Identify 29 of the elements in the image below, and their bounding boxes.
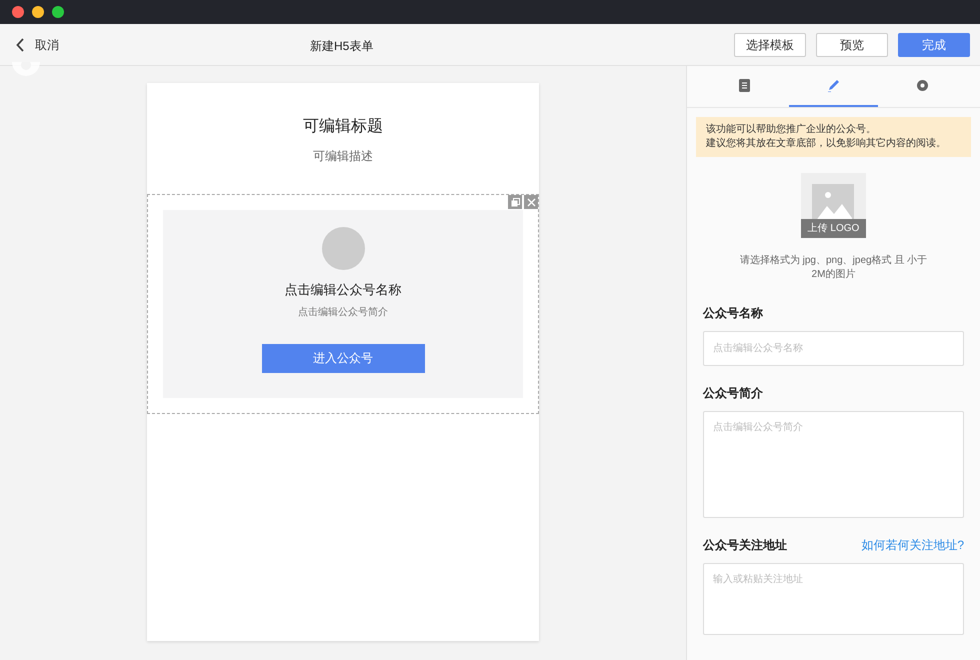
cancel-button[interactable]: 取消 xyxy=(16,36,59,54)
text-field[interactable]: 点击编辑公众号名称 xyxy=(703,331,964,366)
close-button[interactable] xyxy=(524,195,538,209)
logo-upload-button[interactable]: 上传 LOGO xyxy=(801,173,866,238)
close-window-button[interactable] xyxy=(12,6,24,18)
selected-block-outline[interactable]: 点击编辑公众号名称 点击编辑公众号简介 进入公众号 xyxy=(147,194,539,414)
field-label: 公众号关注地址 xyxy=(703,537,787,554)
field-label: 公众号简介 xyxy=(703,385,763,402)
page-title: 新建H5表单 xyxy=(310,38,374,55)
toolbar-button[interactable]: 选择模板 xyxy=(734,32,806,56)
minimize-window-button[interactable] xyxy=(32,6,44,18)
notice-banner: 该功能可以帮助您推广企业的公众号。 建议您将其放在文章底部，以免影响其它内容的阅读。 xyxy=(696,117,971,157)
field-label: 公众号名称 xyxy=(703,305,763,322)
upload-hint: 请选择格式为 jpg、png、jpeg格式 且 小于 2M的图片 xyxy=(738,254,928,282)
copy-button[interactable] xyxy=(508,195,522,209)
document-icon xyxy=(738,79,751,92)
maximize-window-button[interactable] xyxy=(52,6,64,18)
account-avatar xyxy=(322,227,364,270)
toolbar-button[interactable]: 预览 xyxy=(816,32,888,56)
form-description[interactable]: 可编辑描述 xyxy=(147,147,539,165)
pencil-icon xyxy=(827,79,840,92)
settings-icon xyxy=(916,79,929,92)
account-intro: 点击编辑公众号简介 xyxy=(298,306,388,320)
account-name: 点击编辑公众号名称 xyxy=(284,281,402,299)
form-title[interactable]: 可编辑标题 xyxy=(147,115,539,139)
text-field[interactable]: 输入或粘贴关注地址 xyxy=(703,563,964,635)
primary-button[interactable]: 完成 xyxy=(898,32,970,56)
text-field[interactable]: 点击编辑公众号简介 xyxy=(703,411,964,518)
enter-account-button[interactable]: 进入公众号 xyxy=(262,344,424,372)
